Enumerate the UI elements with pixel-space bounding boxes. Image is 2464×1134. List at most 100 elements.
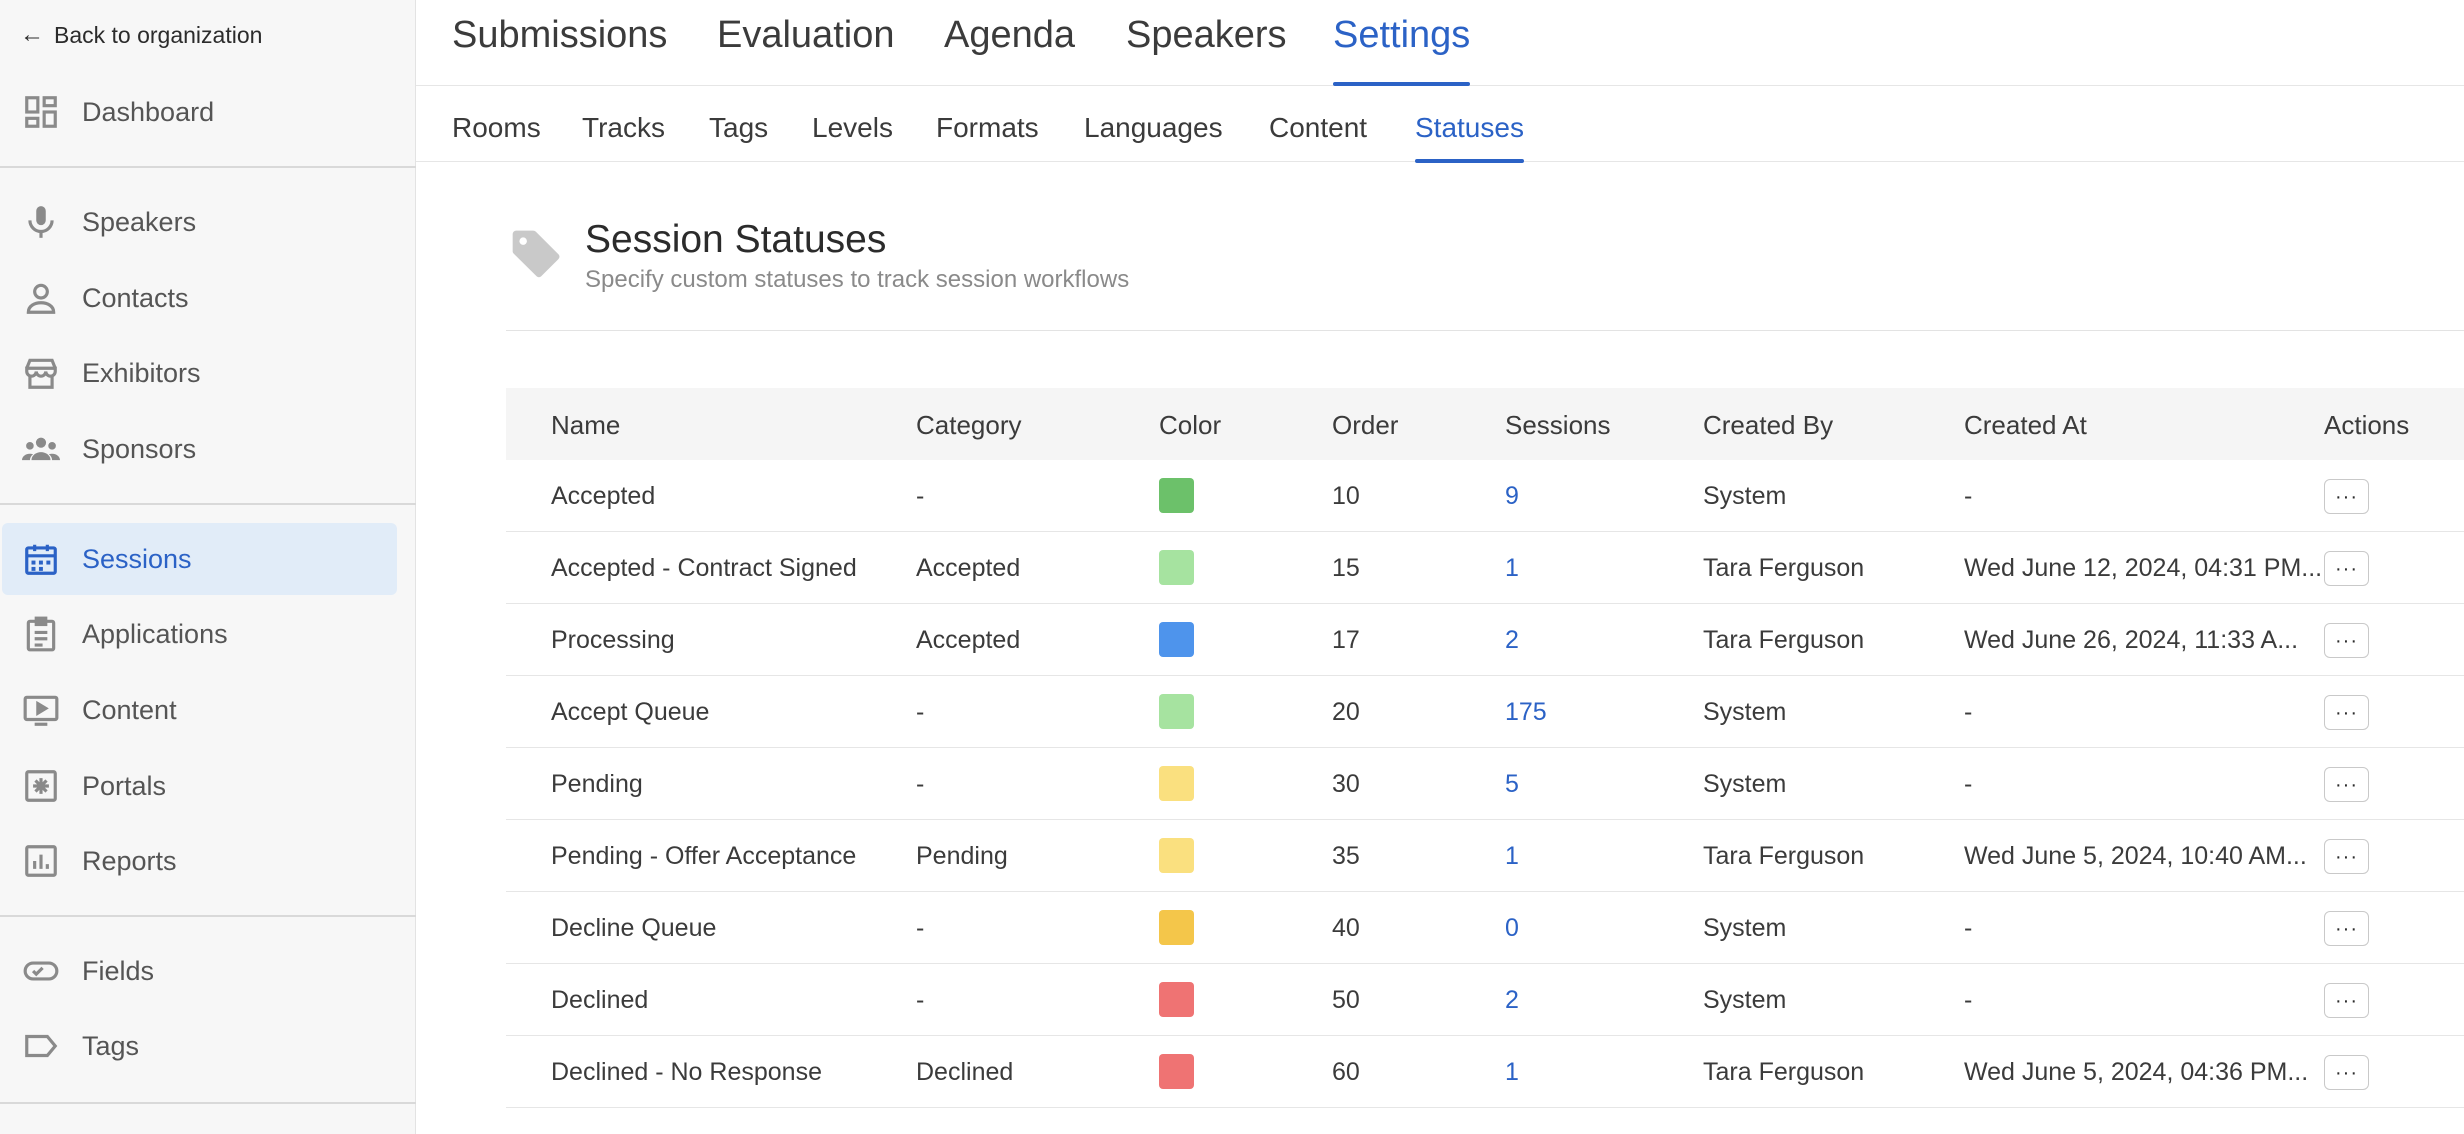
row-actions-button[interactable]: ··· [2324,767,2369,802]
status-created-by: System [1703,914,1787,942]
subtab-rooms[interactable]: Rooms [452,112,541,162]
status-color-swatch [1159,766,1194,801]
settings-subnavigation: Rooms Tracks Tags Levels Formats Languag… [416,86,2464,163]
status-color-swatch [1159,478,1194,513]
sidebar-item-reports[interactable]: Reports [2,825,397,897]
subtab-levels[interactable]: Levels [812,112,893,162]
column-header-created-by[interactable]: Created By [1703,410,1833,441]
more-horizontal-icon: ··· [2335,629,2358,652]
table-row: Declined - 50 2 System - ··· [506,964,2464,1036]
row-actions-button[interactable]: ··· [2324,983,2369,1018]
status-created-at: - [1964,914,1973,942]
status-sessions-link[interactable]: 1 [1505,1058,1519,1087]
back-to-organization-link[interactable]: ← Back to organization [20,20,262,50]
sidebar-item-sessions[interactable]: Sessions [2,523,397,595]
status-name: Declined [551,986,649,1014]
status-color-swatch [1159,982,1194,1017]
tab-agenda[interactable]: Agenda [944,14,1075,84]
column-header-name[interactable]: Name [551,410,620,441]
sidebar: ← Back to organization Dashboard Speaker… [0,0,416,1134]
subtab-tags[interactable]: Tags [709,112,768,162]
column-header-color[interactable]: Color [1159,410,1221,441]
more-horizontal-icon: ··· [2335,917,2358,940]
sidebar-item-contacts[interactable]: Contacts [2,262,397,334]
table-body: Accepted - 10 9 System - ··· Accepted - … [506,460,2464,1108]
tab-evaluation[interactable]: Evaluation [717,14,894,84]
status-name: Processing [551,626,675,654]
sidebar-item-content[interactable]: Content [2,674,397,746]
sidebar-item-exhibitors[interactable]: Exhibitors [2,337,397,409]
subtab-formats[interactable]: Formats [936,112,1039,162]
column-header-created-at[interactable]: Created At [1964,410,2087,441]
column-header-sessions[interactable]: Sessions [1505,410,1611,441]
sidebar-item-speakers[interactable]: Speakers [2,186,397,258]
table-row: Declined - No Response Declined 60 1 Tar… [506,1036,2464,1108]
subtab-tracks[interactable]: Tracks [582,112,665,162]
status-color-swatch [1159,910,1194,945]
arrow-left-icon: ← [20,21,44,48]
more-horizontal-icon: ··· [2335,701,2358,724]
status-color-swatch [1159,1054,1194,1089]
status-category: - [916,986,925,1014]
column-header-order[interactable]: Order [1332,410,1398,441]
status-created-by: Tara Ferguson [1703,1058,1865,1086]
status-created-at: Wed June 26, 2024, 11:33 A... [1964,626,2299,654]
row-actions-button[interactable]: ··· [2324,551,2369,586]
status-sessions-link[interactable]: 0 [1505,914,1519,943]
status-sessions-link[interactable]: 5 [1505,770,1519,799]
column-header-category[interactable]: Category [916,410,1022,441]
dashboard-icon [20,91,62,133]
row-actions-button[interactable]: ··· [2324,839,2369,874]
status-category: - [916,914,925,942]
tab-submissions[interactable]: Submissions [452,14,667,84]
tab-speakers[interactable]: Speakers [1126,14,1287,84]
status-sessions-link[interactable]: 9 [1505,482,1519,511]
page-subtitle: Specify custom statuses to track session… [585,266,1130,293]
status-sessions-link[interactable]: 2 [1505,986,1519,1015]
status-sessions-link[interactable]: 1 [1505,554,1519,583]
row-actions-button[interactable]: ··· [2324,1055,2369,1090]
more-horizontal-icon: ··· [2335,989,2358,1012]
status-order: 17 [1332,626,1360,654]
status-order: 10 [1332,482,1360,510]
sidebar-item-dashboard[interactable]: Dashboard [2,76,397,148]
sidebar-item-applications[interactable]: Applications [2,598,397,670]
status-sessions-link[interactable]: 2 [1505,626,1519,655]
tab-settings[interactable]: Settings [1333,14,1471,86]
row-actions-button[interactable]: ··· [2324,695,2369,730]
status-order: 40 [1332,914,1360,942]
sidebar-item-label: Applications [82,618,228,649]
status-sessions-link[interactable]: 1 [1505,842,1519,871]
table-header: Name Category Color Order Sessions Creat… [506,388,2464,460]
sidebar-item-label: Fields [82,955,155,986]
more-horizontal-icon: ··· [2335,773,2358,796]
status-order: 35 [1332,842,1360,870]
status-name: Declined - No Response [551,1058,822,1086]
status-created-by: System [1703,986,1787,1014]
subtab-content[interactable]: Content [1269,112,1367,162]
sidebar-item-fields[interactable]: Fields [2,935,397,1007]
row-actions-button[interactable]: ··· [2324,911,2369,946]
calendar-icon [20,538,62,580]
statuses-table: Name Category Color Order Sessions Creat… [506,388,2464,1108]
row-actions-button[interactable]: ··· [2324,479,2369,514]
subtab-languages[interactable]: Languages [1084,112,1223,162]
sidebar-item-portals[interactable]: Portals [2,750,397,822]
status-created-at: Wed June 12, 2024, 04:31 PM... [1964,554,2323,582]
subtab-statuses[interactable]: Statuses [1415,112,1524,163]
back-link-label: Back to organization [54,21,263,48]
sidebar-item-label: Dashboard [82,96,215,127]
sidebar-item-sponsors[interactable]: Sponsors [2,413,397,485]
status-created-by: Tara Ferguson [1703,554,1865,582]
status-order: 20 [1332,698,1360,726]
top-navigation: Submissions Evaluation Agenda Speakers S… [416,0,2464,86]
status-sessions-link[interactable]: 175 [1505,698,1547,727]
status-created-at: Wed June 5, 2024, 10:40 AM... [1964,842,2307,870]
sidebar-item-tags[interactable]: Tags [2,1010,397,1082]
table-row: Decline Queue - 40 0 System - ··· [506,892,2464,964]
status-created-by: System [1703,698,1787,726]
row-actions-button[interactable]: ··· [2324,623,2369,658]
status-order: 50 [1332,986,1360,1014]
table-row: Accepted - Contract Signed Accepted 15 1… [506,532,2464,604]
more-horizontal-icon: ··· [2335,485,2358,508]
